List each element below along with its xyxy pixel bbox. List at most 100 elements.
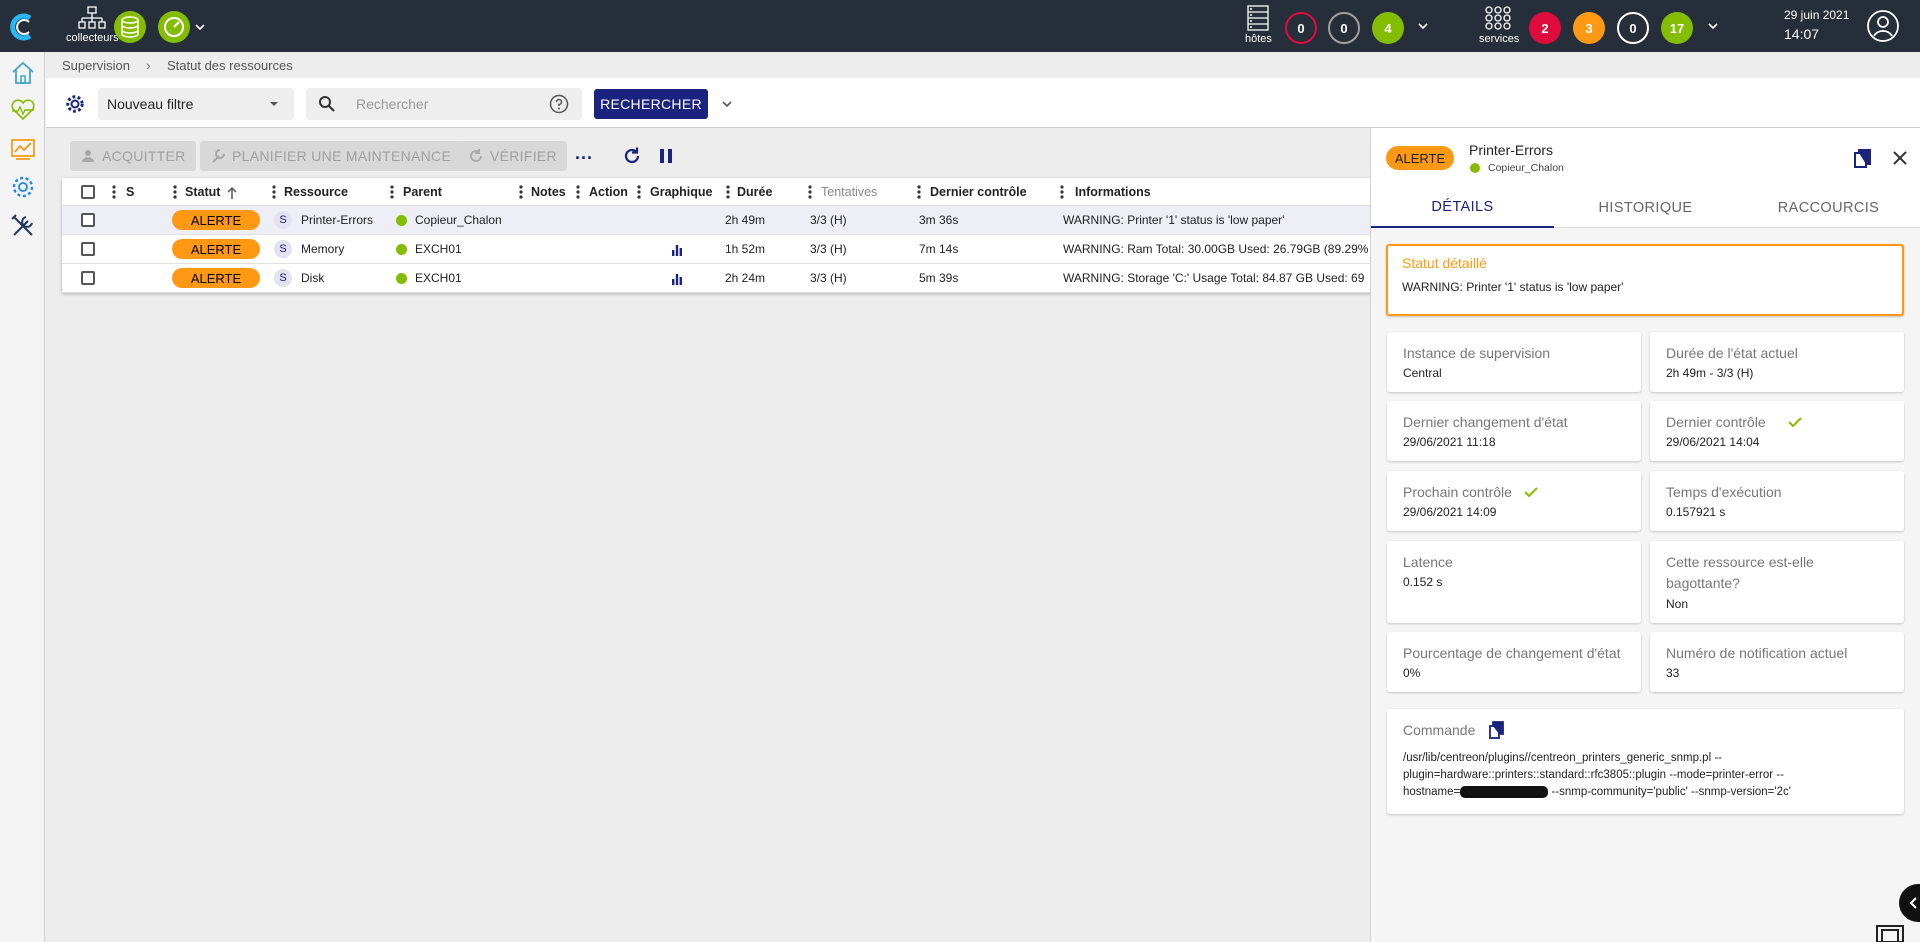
more-actions-icon[interactable]: ... <box>575 143 593 164</box>
expand-filters-chevron-icon[interactable] <box>720 97 734 111</box>
parent-status-dot <box>396 215 407 226</box>
table-row[interactable]: ALERTE S Memory EXCH01 1h 52m 3/3 (H) 7m… <box>62 235 1371 264</box>
detail-card: Dernier changement d'état 29/06/2021 11:… <box>1387 401 1641 461</box>
filter-select[interactable]: Nouveau filtre <box>98 88 294 120</box>
collectors-network-icon[interactable] <box>78 5 106 31</box>
window-restore-icon[interactable] <box>1875 924 1905 942</box>
acknowledge-button[interactable]: ACQUITTER <box>70 141 196 171</box>
hosts-unreachable-count[interactable]: 0 <box>1328 12 1360 44</box>
command-line: hostname= --snmp-community='public' --sn… <box>1403 784 1791 801</box>
detail-card: Pourcentage de changement d'état 0% <box>1387 632 1641 692</box>
check-mark-icon <box>1788 417 1802 428</box>
resource-name[interactable]: Printer-Errors <box>301 213 373 227</box>
hosts-down-count[interactable]: 0 <box>1285 12 1317 44</box>
actions-toolbar: ACQUITTER PLANIFIER UNE MAINTENANCE VÉRI… <box>46 129 1371 179</box>
resource-name[interactable]: Memory <box>301 242 344 256</box>
copy-command-icon[interactable] <box>1489 721 1505 740</box>
chevron-down-icon[interactable] <box>193 20 207 34</box>
services-warning-count[interactable]: 3 <box>1573 12 1605 44</box>
panel-parent-name[interactable]: Copieur_Chalon <box>1488 162 1564 174</box>
column-drag-handle-icon[interactable] <box>917 184 921 200</box>
filter-settings-gear-icon[interactable] <box>64 93 86 115</box>
search-input[interactable]: Rechercher <box>306 88 582 120</box>
centreon-logo-icon[interactable] <box>8 12 38 42</box>
sort-ascending-arrow-icon[interactable] <box>226 186 238 200</box>
header-notes[interactable]: Notes <box>531 185 566 199</box>
search-help-icon[interactable] <box>549 94 569 114</box>
column-drag-handle-icon[interactable] <box>173 184 177 200</box>
schedule-downtime-button[interactable]: PLANIFIER UNE MAINTENANCE <box>200 141 462 171</box>
column-drag-handle-icon[interactable] <box>726 184 730 200</box>
graph-bar-chart-icon[interactable] <box>671 272 683 285</box>
table-row[interactable]: ALERTE S Printer-Errors Copieur_Chalon 2… <box>62 206 1371 235</box>
parent-name[interactable]: EXCH01 <box>415 271 462 285</box>
header-graph[interactable]: Graphique <box>650 185 713 199</box>
row-checkbox[interactable] <box>81 271 95 285</box>
panel-side-toggle[interactable] <box>1899 884 1920 922</box>
header-duration[interactable]: Durée <box>737 185 772 199</box>
services-critical-count[interactable]: 2 <box>1529 12 1561 44</box>
header-action[interactable]: Action <box>589 185 628 199</box>
services-chevron-down-icon[interactable] <box>1706 19 1720 33</box>
header-parent[interactable]: Parent <box>403 185 442 199</box>
pause-icon[interactable] <box>656 146 676 166</box>
status-badge: ALERTE <box>172 268 260 288</box>
resource-name[interactable]: Disk <box>301 271 324 285</box>
search-button[interactable]: RECHERCHER <box>594 89 708 119</box>
parent-name[interactable]: Copieur_Chalon <box>415 213 502 227</box>
copy-link-icon[interactable] <box>1853 148 1873 170</box>
resource-details-panel: ALERTE Printer-Errors Copieur_Chalon DÉT… <box>1370 128 1920 942</box>
tab-details[interactable]: DÉTAILS <box>1371 188 1554 228</box>
close-icon[interactable] <box>1891 149 1909 167</box>
database-icon[interactable] <box>113 10 147 44</box>
monitoring-heart-icon[interactable] <box>8 95 38 125</box>
column-drag-handle-icon[interactable] <box>637 184 641 200</box>
breadcrumb-resource-status[interactable]: Statut des ressources <box>167 58 293 73</box>
header-information[interactable]: Informations <box>1075 185 1151 199</box>
left-sidebar <box>0 0 45 942</box>
column-drag-handle-icon[interactable] <box>576 184 580 200</box>
table-row[interactable]: ALERTE S Disk EXCH01 2h 24m 3/3 (H) 5m 3… <box>62 264 1371 293</box>
user-profile-icon[interactable] <box>1866 9 1900 43</box>
column-drag-handle-icon[interactable] <box>390 184 394 200</box>
administration-tools-icon[interactable] <box>8 211 38 241</box>
services-ok-count[interactable]: 17 <box>1661 12 1693 44</box>
header-s[interactable]: S <box>126 185 134 199</box>
check-button[interactable]: VÉRIFIER <box>458 141 567 171</box>
services-grid-icon[interactable] <box>1484 5 1512 31</box>
detail-value: Non <box>1666 597 1689 611</box>
check-mark-icon <box>1524 487 1538 498</box>
check-label: VÉRIFIER <box>490 148 557 164</box>
graph-bar-chart-icon[interactable] <box>671 243 683 256</box>
breadcrumb-supervision[interactable]: Supervision <box>62 58 130 73</box>
refresh-icon[interactable] <box>622 146 642 166</box>
column-drag-handle-icon[interactable] <box>519 184 523 200</box>
row-checkbox[interactable] <box>81 213 95 227</box>
header-status[interactable]: Statut <box>185 185 220 199</box>
header-tries[interactable]: Tentatives <box>821 185 877 199</box>
hosts-up-count[interactable]: 4 <box>1372 12 1404 44</box>
detail-card: Temps d'exécution 0.157921 s <box>1650 471 1904 531</box>
hosts-label: hôtes <box>1245 33 1272 45</box>
header-resource[interactable]: Ressource <box>284 185 348 199</box>
tab-shortcuts[interactable]: RACCOURCIS <box>1737 188 1920 228</box>
home-icon[interactable] <box>8 58 38 88</box>
services-unknown-count[interactable]: 0 <box>1617 12 1649 44</box>
row-checkbox[interactable] <box>81 242 95 256</box>
column-drag-handle-icon[interactable] <box>112 184 116 200</box>
hosts-server-icon[interactable] <box>1246 5 1270 31</box>
select-all-checkbox[interactable] <box>81 185 95 199</box>
column-drag-handle-icon[interactable] <box>1060 184 1064 200</box>
hosts-chevron-down-icon[interactable] <box>1416 19 1430 33</box>
panel-resource-name: Printer-Errors <box>1469 142 1554 158</box>
poller-status-icon[interactable] <box>157 10 191 44</box>
header-last-check[interactable]: Dernier contrôle <box>930 185 1027 199</box>
column-drag-handle-icon[interactable] <box>808 184 812 200</box>
reporting-chart-icon[interactable] <box>8 134 38 164</box>
schedule-downtime-label: PLANIFIER UNE MAINTENANCE <box>232 148 452 164</box>
column-drag-handle-icon[interactable] <box>272 184 276 200</box>
tab-history[interactable]: HISTORIQUE <box>1554 188 1737 228</box>
detail-card: Instance de supervision Central <box>1387 332 1641 392</box>
parent-name[interactable]: EXCH01 <box>415 242 462 256</box>
configuration-gear-icon[interactable] <box>8 172 38 202</box>
